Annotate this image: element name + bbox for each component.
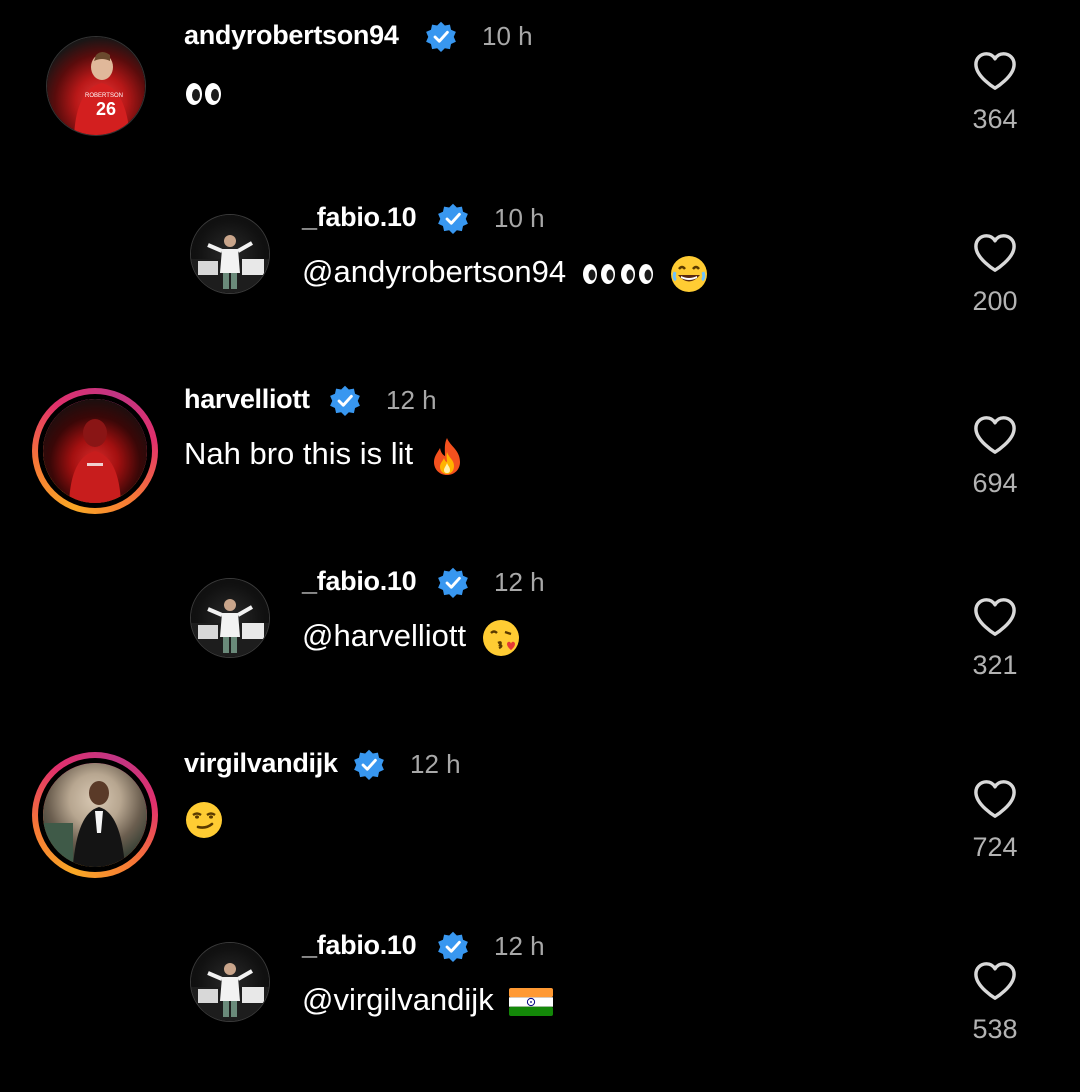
heart-outline-icon[interactable] — [972, 778, 1018, 820]
avatar[interactable] — [190, 942, 270, 1022]
verified-badge-icon — [330, 385, 360, 416]
heart-outline-icon[interactable] — [972, 414, 1018, 456]
mention-link[interactable]: @andyrobertson94 — [302, 254, 566, 289]
avatar[interactable] — [32, 752, 158, 878]
comment-username[interactable]: virgilvandijk — [184, 748, 338, 779]
kiss-emoji-icon — [482, 620, 519, 656]
eyes-emoji-icon — [186, 82, 221, 105]
reply-timestamp: 12 h — [494, 567, 545, 597]
heart-outline-icon[interactable] — [972, 232, 1018, 274]
reply-item: _fabio.10 10 h @andyrobertson94 200 — [0, 182, 1080, 364]
reply-username[interactable]: _fabio.10 — [302, 566, 417, 597]
eyes-emoji-icon — [582, 264, 653, 284]
like-count: 200 — [972, 286, 1018, 316]
like-count: 364 — [972, 104, 1018, 134]
reply-text: @harvelliott — [302, 618, 521, 658]
heart-outline-icon[interactable] — [972, 596, 1018, 638]
reply-timestamp: 10 h — [494, 203, 545, 233]
india-flag-icon — [509, 987, 554, 1016]
reply-username[interactable]: _fabio.10 — [302, 202, 417, 233]
reply-timestamp: 12 h — [494, 931, 545, 961]
mention-link[interactable]: @harvelliott — [302, 618, 466, 653]
comment-timestamp: 12 h — [410, 749, 461, 779]
avatar[interactable] — [190, 214, 270, 294]
heart-outline-icon[interactable] — [972, 960, 1018, 1002]
comment-timestamp: 12 h — [386, 385, 437, 415]
comment-text: Nah bro this is lit — [184, 436, 466, 476]
reply-username[interactable]: _fabio.10 — [302, 930, 417, 961]
like-count: 724 — [972, 832, 1018, 862]
comment-item: harvelliott 12 h Nah bro this is lit 694 — [0, 364, 1080, 546]
comment-username[interactable]: andyrobertson94 — [184, 20, 399, 51]
verified-badge-icon — [438, 203, 468, 234]
mention-link[interactable]: @virgilvandijk — [302, 982, 494, 1017]
avatar[interactable]: 26 ROBERTSON — [46, 36, 146, 136]
smirk-emoji-icon — [186, 802, 222, 838]
comment-item: virgilvandijk 12 h 724 — [0, 728, 1080, 910]
like-count: 538 — [972, 1014, 1018, 1044]
heart-outline-icon[interactable] — [972, 50, 1018, 92]
reply-text: @virgilvandijk — [302, 982, 554, 1018]
like-count: 694 — [972, 468, 1018, 498]
laughing-emoji-icon — [671, 256, 708, 292]
reply-item: _fabio.10 12 h @virgilvandijk 538 — [0, 910, 1080, 1092]
reply-item: _fabio.10 12 h @harvelliott 321 — [0, 546, 1080, 728]
reply-text: @andyrobertson94 — [302, 254, 709, 294]
comment-username[interactable]: harvelliott — [184, 384, 310, 415]
comment-timestamp: 10 h — [482, 21, 533, 51]
comment-text — [184, 800, 224, 840]
verified-badge-icon — [438, 931, 468, 962]
verified-badge-icon — [354, 749, 384, 780]
svg-text:ROBERTSON: ROBERTSON — [85, 93, 123, 99]
avatar[interactable] — [32, 388, 158, 514]
avatar[interactable] — [190, 578, 270, 658]
verified-badge-icon — [426, 21, 456, 52]
fire-emoji-icon — [433, 438, 460, 475]
comment-item: 26 ROBERTSON andyrobertson94 10 h 364 — [0, 0, 1080, 182]
comment-body: Nah bro this is lit — [184, 436, 414, 472]
verified-badge-icon — [438, 567, 468, 598]
svg-text:26: 26 — [96, 99, 116, 119]
like-count: 321 — [972, 650, 1018, 680]
comment-text — [184, 74, 224, 110]
